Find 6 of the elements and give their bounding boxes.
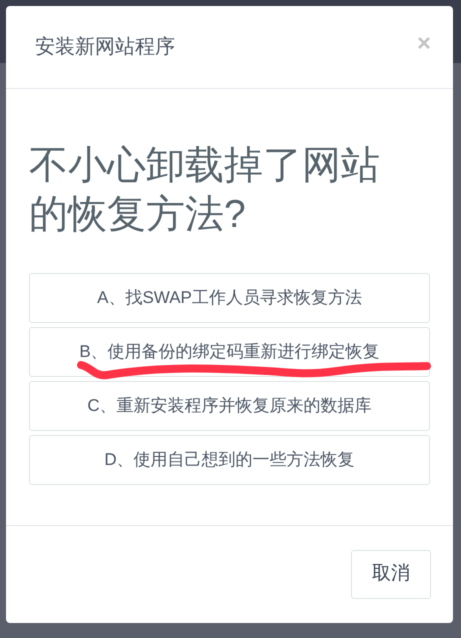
answer-option[interactable]: A、找SWAP工作人员寻求恢复方法 [29, 273, 430, 323]
answer-option[interactable]: C、重新安装程序并恢复原来的数据库 [29, 381, 430, 431]
dialog-title: 安装新网站程序 [35, 35, 175, 60]
cancel-button[interactable]: 取消 [351, 550, 431, 599]
answer-option[interactable]: D、使用自己想到的一些方法恢复 [29, 435, 430, 485]
question-text: 不小心卸载掉了网站的恢复方法? [29, 143, 381, 238]
